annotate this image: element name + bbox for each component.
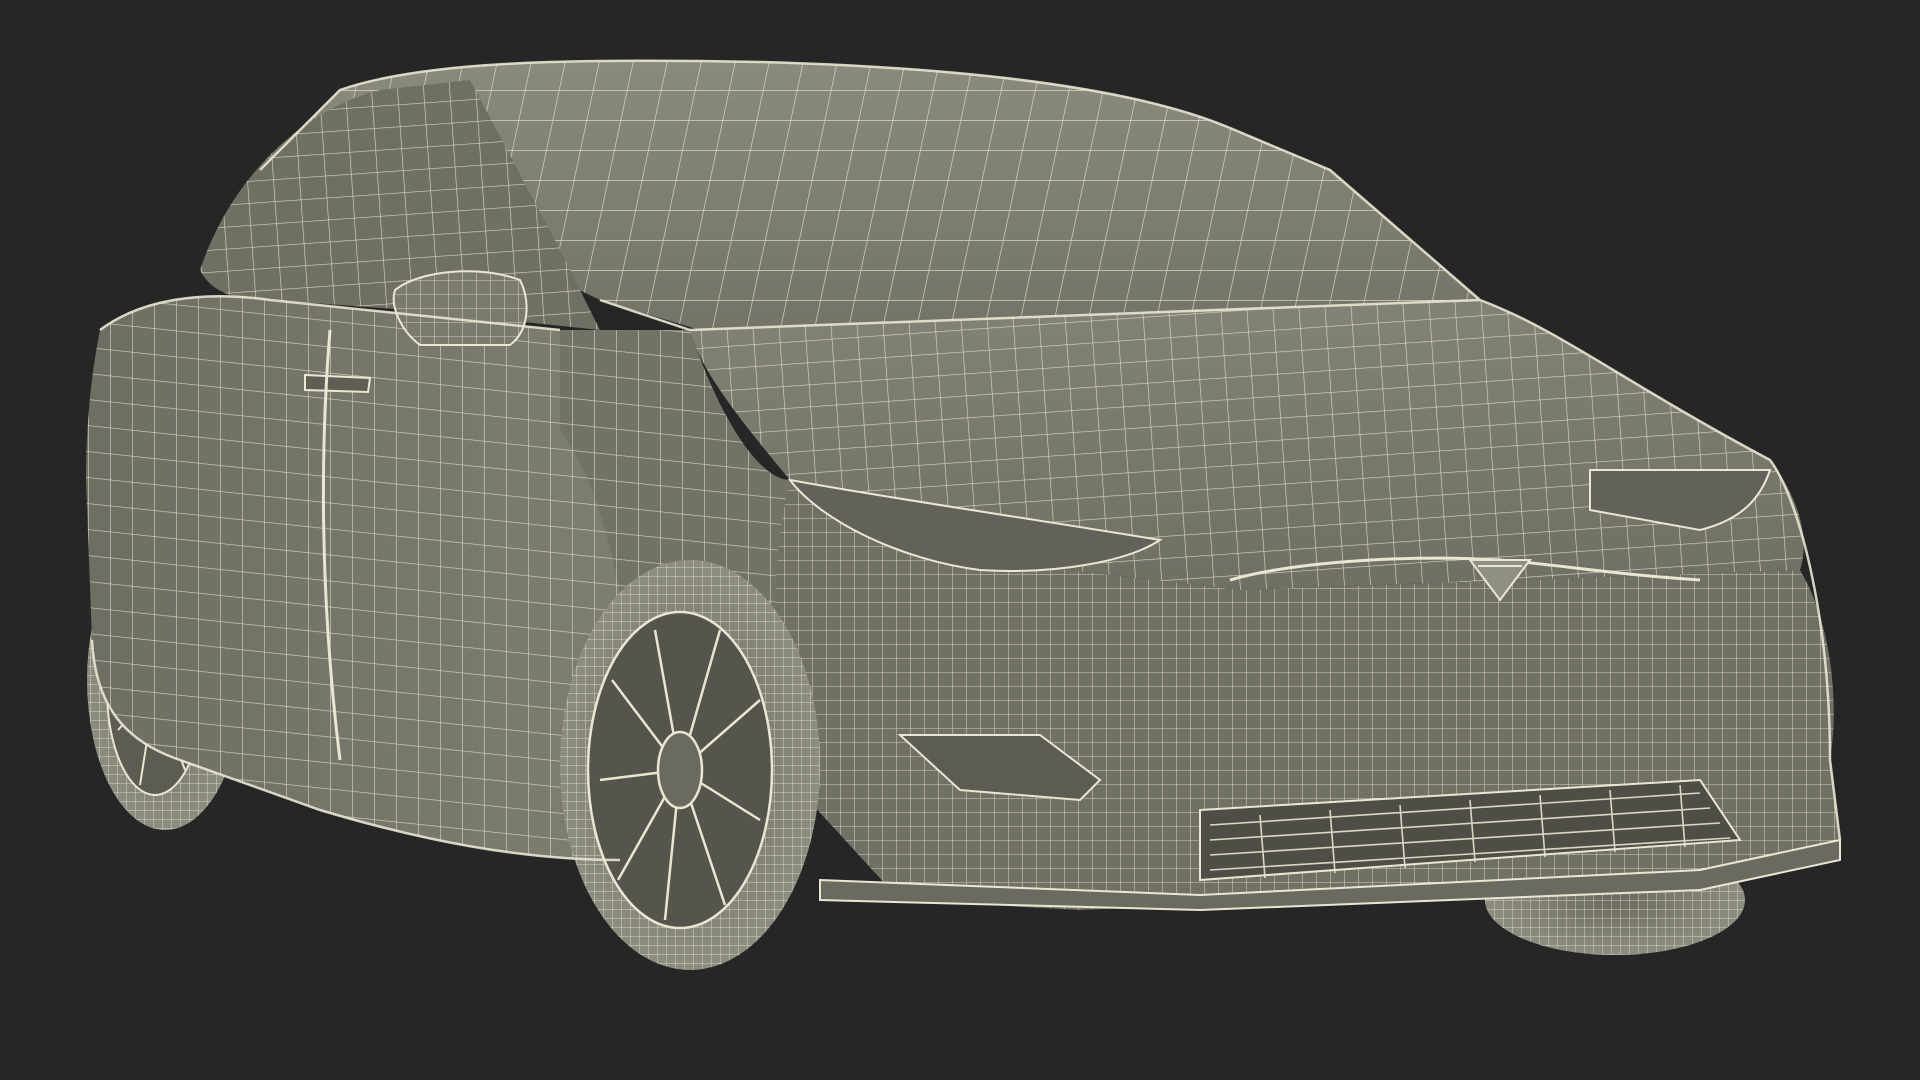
front-wheel xyxy=(560,560,820,970)
render-viewport xyxy=(0,0,1920,1080)
car-wireframe-render xyxy=(0,0,1920,1080)
door-handle xyxy=(304,373,372,394)
side-mirror xyxy=(392,270,528,346)
